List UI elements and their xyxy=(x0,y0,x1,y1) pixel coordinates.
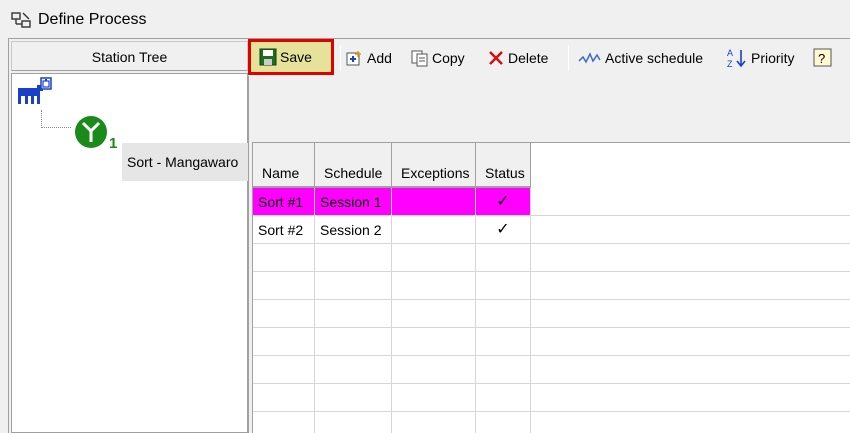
cell-empty[interactable] xyxy=(253,300,315,328)
title-bar: Define Process xyxy=(0,0,850,40)
save-button[interactable]: Save xyxy=(248,39,334,75)
cell-schedule[interactable]: Session 1 xyxy=(315,188,392,216)
cell-empty[interactable] xyxy=(476,300,531,328)
process-grid[interactable]: Name Schedule Exceptions Status Sort #1 … xyxy=(252,142,850,433)
cell-empty[interactable] xyxy=(253,244,315,272)
svg-text:A: A xyxy=(727,48,733,58)
sort-az-icon: A Z xyxy=(727,48,746,69)
cell-empty[interactable] xyxy=(392,272,476,300)
cell-empty[interactable] xyxy=(531,356,850,384)
sort-station-icon[interactable]: 1 xyxy=(73,114,121,150)
help-button[interactable]: ? xyxy=(813,43,836,73)
cell-empty[interactable] xyxy=(476,272,531,300)
cell-empty[interactable] xyxy=(392,412,476,433)
floppy-disk-icon xyxy=(259,48,277,66)
column-header-exceptions[interactable]: Exceptions xyxy=(392,143,476,186)
copy-icon xyxy=(411,50,428,67)
station-tree-pane: Station Tree 1 Sort - Mangawaro xyxy=(11,41,248,433)
empty-table-row[interactable] xyxy=(253,412,850,433)
cell-empty[interactable] xyxy=(531,244,850,272)
empty-table-row[interactable] xyxy=(253,328,850,356)
toolbar-separator xyxy=(340,45,341,71)
table-row[interactable]: Sort #1 Session 1 ✓ xyxy=(253,188,850,216)
copy-button[interactable]: Copy xyxy=(411,43,465,73)
station-index: 1 xyxy=(109,135,117,150)
delete-x-icon xyxy=(489,51,503,65)
cell-empty xyxy=(531,216,850,244)
cell-empty[interactable] xyxy=(315,272,392,300)
active-schedule-label: Active schedule xyxy=(605,50,704,66)
svg-text:Z: Z xyxy=(727,59,733,69)
column-header-schedule[interactable]: Schedule xyxy=(315,143,392,186)
cell-empty[interactable] xyxy=(531,272,850,300)
cell-empty[interactable] xyxy=(392,384,476,412)
process-app-icon xyxy=(11,12,31,28)
cell-empty[interactable] xyxy=(392,300,476,328)
cell-empty[interactable] xyxy=(392,244,476,272)
cell-empty[interactable] xyxy=(392,356,476,384)
add-button[interactable]: Add xyxy=(346,43,392,73)
delete-button[interactable]: Delete xyxy=(487,43,548,73)
cell-empty[interactable] xyxy=(476,356,531,384)
livestock-root-icon[interactable] xyxy=(17,77,57,107)
cell-empty[interactable] xyxy=(253,356,315,384)
cell-empty[interactable] xyxy=(315,356,392,384)
copy-label: Copy xyxy=(432,50,465,66)
cell-empty xyxy=(531,188,850,216)
cell-exceptions[interactable] xyxy=(392,216,476,244)
cell-empty[interactable] xyxy=(531,300,850,328)
add-label: Add xyxy=(367,50,392,66)
save-label: Save xyxy=(280,49,312,65)
cell-empty[interactable] xyxy=(253,412,315,433)
tree-connector xyxy=(41,110,71,128)
cell-empty[interactable] xyxy=(392,328,476,356)
cell-name[interactable]: Sort #2 xyxy=(253,216,315,244)
station-tree-header: Station Tree xyxy=(11,41,248,71)
add-icon xyxy=(346,51,361,66)
cell-empty[interactable] xyxy=(531,328,850,356)
toolbar: Save Add Copy Delete Active schedule A Z… xyxy=(248,39,850,76)
priority-label: Priority xyxy=(751,50,795,66)
cell-empty[interactable] xyxy=(315,412,392,433)
cell-empty[interactable] xyxy=(315,328,392,356)
delete-label: Delete xyxy=(508,50,549,66)
column-header-status[interactable]: Status xyxy=(476,143,531,186)
help-glyph: ? xyxy=(818,51,825,66)
empty-table-row[interactable] xyxy=(253,300,850,328)
station-tree[interactable]: 1 Sort - Mangawaro xyxy=(11,73,248,433)
cell-empty[interactable] xyxy=(253,272,315,300)
cell-status-check[interactable]: ✓ xyxy=(476,188,531,216)
cell-empty[interactable] xyxy=(315,244,392,272)
cell-empty[interactable] xyxy=(476,328,531,356)
cell-empty[interactable] xyxy=(531,384,850,412)
cell-empty[interactable] xyxy=(476,244,531,272)
priority-button[interactable]: A Z Priority xyxy=(726,43,795,73)
empty-table-row[interactable] xyxy=(253,272,850,300)
empty-table-row[interactable] xyxy=(253,356,850,384)
tree-node-label[interactable]: Sort - Mangawaro xyxy=(122,143,248,181)
cell-empty[interactable] xyxy=(315,384,392,412)
grid-header: Name Schedule Exceptions Status xyxy=(253,143,531,188)
help-icon: ? xyxy=(813,48,832,67)
empty-table-row[interactable] xyxy=(253,384,850,412)
cell-empty[interactable] xyxy=(315,300,392,328)
cell-status-check[interactable]: ✓ xyxy=(476,216,531,244)
table-row[interactable]: Sort #2 Session 2 ✓ xyxy=(253,216,850,244)
cell-empty[interactable] xyxy=(476,412,531,433)
empty-table-row[interactable] xyxy=(253,244,850,272)
cell-empty[interactable] xyxy=(531,412,850,433)
cell-empty[interactable] xyxy=(476,384,531,412)
cell-exceptions[interactable] xyxy=(392,188,476,216)
active-schedule-button[interactable]: Active schedule xyxy=(578,43,703,73)
cell-schedule[interactable]: Session 2 xyxy=(315,216,392,244)
cell-empty[interactable] xyxy=(253,328,315,356)
window-title: Define Process xyxy=(38,11,147,28)
toolbar-separator xyxy=(568,45,569,71)
cell-name[interactable]: Sort #1 xyxy=(253,188,315,216)
column-header-name[interactable]: Name xyxy=(253,143,315,186)
waveform-icon xyxy=(578,52,601,64)
cell-empty[interactable] xyxy=(253,384,315,412)
